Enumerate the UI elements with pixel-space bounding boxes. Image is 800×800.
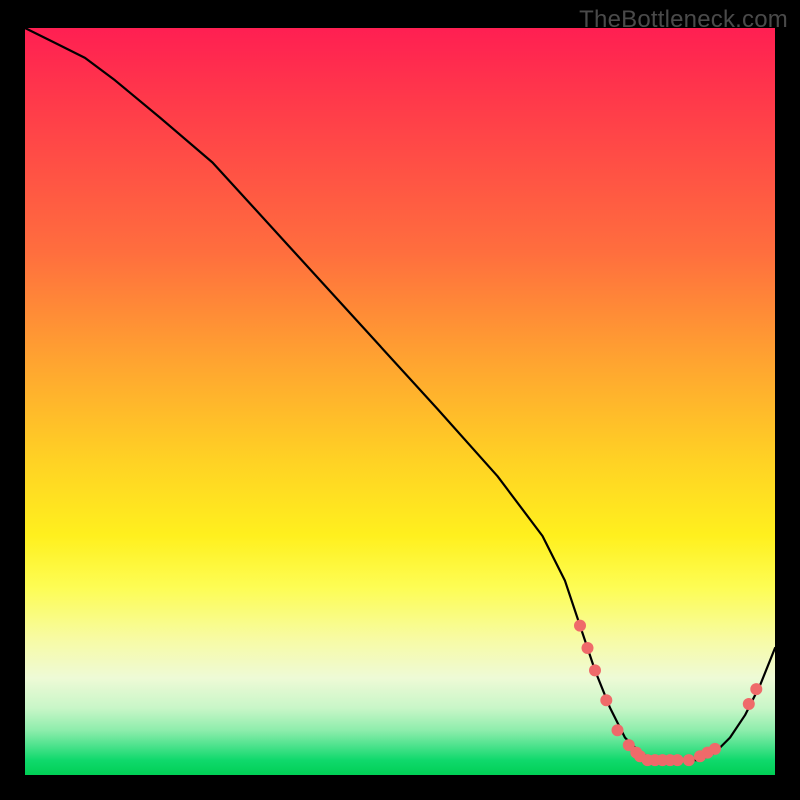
curve-marker: [589, 664, 601, 676]
curve-marker: [574, 620, 586, 632]
curve-marker: [582, 642, 594, 654]
watermark-text: TheBottleneck.com: [579, 6, 788, 34]
bottleneck-curve: [25, 28, 775, 760]
curve-marker: [683, 754, 695, 766]
chart-root: TheBottleneck.com: [0, 0, 800, 800]
curve-marker: [750, 683, 762, 695]
curve-marker: [743, 698, 755, 710]
curve-layer: [25, 28, 775, 775]
curve-marker: [612, 724, 624, 736]
curve-markers: [574, 620, 762, 767]
curve-marker: [709, 743, 721, 755]
plot-area: [25, 28, 775, 775]
curve-marker: [600, 694, 612, 706]
curve-marker: [672, 754, 684, 766]
